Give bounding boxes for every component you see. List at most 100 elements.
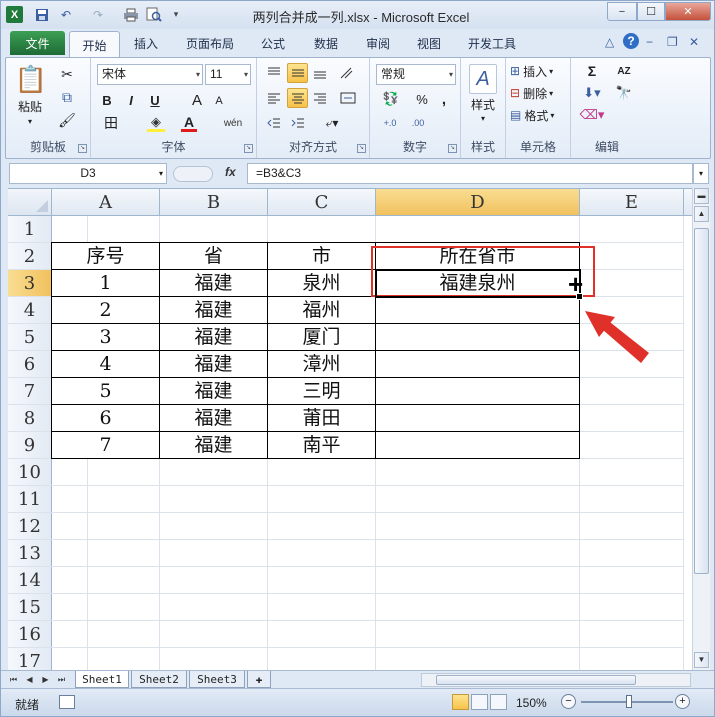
maximize-button[interactable]: ☐ <box>637 2 665 21</box>
paste-icon[interactable]: 📋 <box>14 62 48 96</box>
grid-cell[interactable] <box>160 486 268 513</box>
record-macro-icon[interactable] <box>59 695 75 709</box>
clear-icon[interactable]: ⌫▾ <box>579 106 605 124</box>
excel-app-icon[interactable]: X <box>6 6 23 23</box>
cut-icon[interactable]: ✂ <box>58 66 76 82</box>
tab-formulas[interactable]: 公式 <box>261 35 285 52</box>
grid-cell[interactable] <box>376 621 580 648</box>
grid-cell[interactable] <box>580 567 684 594</box>
grid-cell[interactable] <box>580 432 684 459</box>
zoom-level[interactable]: 150% <box>516 696 547 710</box>
number-launcher-icon[interactable]: ↘ <box>448 144 457 153</box>
align-bottom-icon[interactable] <box>311 64 329 82</box>
grid-cell[interactable] <box>268 216 376 243</box>
grid-cell[interactable] <box>580 648 684 670</box>
doc-restore-icon[interactable]: ❐ <box>667 35 678 49</box>
table-cell[interactable]: 6 <box>51 404 160 432</box>
grid-cell[interactable] <box>376 540 580 567</box>
table-cell[interactable] <box>375 323 580 351</box>
tab-home[interactable]: 开始 <box>69 31 120 58</box>
italic-button[interactable]: I <box>123 91 139 109</box>
scroll-split-icon[interactable]: ▬ <box>694 188 709 204</box>
copy-icon[interactable]: ⧉ <box>58 89 76 105</box>
sheet-tab-sheet1[interactable]: Sheet1 <box>75 671 129 688</box>
fill-icon[interactable]: ⬇▾ <box>579 84 605 102</box>
table-header-cell[interactable]: 序号 <box>51 242 160 270</box>
view-normal-button[interactable] <box>452 694 469 710</box>
grid-cell[interactable] <box>580 594 684 621</box>
grid-cell[interactable] <box>580 324 684 351</box>
table-header-cell[interactable]: 市 <box>267 242 376 270</box>
paste-dropdown-icon[interactable]: ▾ <box>12 115 48 127</box>
font-color-icon[interactable]: A <box>181 114 197 132</box>
grid-cell[interactable] <box>160 459 268 486</box>
merge-center-icon[interactable] <box>337 89 359 107</box>
grid-cell[interactable] <box>268 486 376 513</box>
grow-font-button[interactable]: A <box>189 91 205 109</box>
align-center-icon[interactable] <box>287 88 308 108</box>
table-cell[interactable]: 厦门 <box>267 323 376 351</box>
next-sheet-icon[interactable]: ▶ <box>39 673 52 686</box>
worksheet-grid[interactable]: ABCDE 1 2 3 4 5 6 7 8 9 10 11 12 13 14 15 16 17 序号省市所在省市… <box>8 188 692 670</box>
align-middle-icon[interactable] <box>287 63 308 83</box>
grid-cell[interactable] <box>580 513 684 540</box>
grid-cell[interactable] <box>268 459 376 486</box>
scroll-up-icon[interactable]: ▲ <box>694 206 709 222</box>
increase-decimal-button[interactable]: +.0 <box>378 114 402 132</box>
grid-cell[interactable] <box>8 621 88 648</box>
table-cell[interactable]: 福建 <box>159 377 268 405</box>
grid-cell[interactable] <box>160 216 268 243</box>
horizontal-scrollbar[interactable] <box>421 673 691 687</box>
grid-cell[interactable] <box>580 540 684 567</box>
grid-cell[interactable] <box>376 459 580 486</box>
comma-button[interactable]: , <box>436 90 452 108</box>
bold-button[interactable]: B <box>99 91 115 109</box>
grid-cell[interactable] <box>580 351 684 378</box>
grid-cell[interactable] <box>160 513 268 540</box>
table-cell[interactable]: 4 <box>51 350 160 378</box>
font-launcher-icon[interactable]: ↘ <box>244 144 253 153</box>
column-header-blank[interactable] <box>684 189 692 216</box>
grid-cell[interactable] <box>268 567 376 594</box>
tab-developer[interactable]: 开发工具 <box>468 35 516 52</box>
grid-cell[interactable] <box>8 513 88 540</box>
grid-cell[interactable] <box>268 621 376 648</box>
grid-cell[interactable] <box>376 594 580 621</box>
print-preview-icon[interactable] <box>145 6 163 23</box>
table-cell[interactable]: 福建 <box>159 269 268 297</box>
delete-cells-button[interactable]: ⊟ 删除 ▾ <box>510 84 570 102</box>
tab-file[interactable]: 文件 <box>10 31 65 55</box>
clipboard-launcher-icon[interactable]: ↘ <box>78 144 87 153</box>
column-header-e[interactable]: E <box>580 189 684 216</box>
align-right-icon[interactable] <box>311 89 329 107</box>
table-header-cell[interactable]: 省 <box>159 242 268 270</box>
column-header-c[interactable]: C <box>268 189 376 216</box>
grid-cell[interactable] <box>376 216 580 243</box>
decrease-decimal-button[interactable]: .00 <box>406 114 430 132</box>
vertical-scrollbar[interactable]: ▬ ▲ ▼ <box>692 188 710 670</box>
insert-sheet-icon[interactable]: ✚ <box>247 671 271 688</box>
last-sheet-icon[interactable]: ⏭ <box>55 673 68 686</box>
paste-button[interactable]: 粘贴 <box>12 98 48 114</box>
underline-button[interactable]: U <box>147 91 163 109</box>
grid-cell[interactable] <box>160 621 268 648</box>
percent-button[interactable]: % <box>414 90 430 108</box>
tab-page-layout[interactable]: 页面布局 <box>186 35 234 52</box>
grid-cell[interactable] <box>376 486 580 513</box>
sheet-tab-sheet3[interactable]: Sheet3 <box>189 671 245 688</box>
formula-bar-resize-handle[interactable] <box>173 166 213 182</box>
table-cell[interactable]: 福建 <box>159 323 268 351</box>
grid-cell[interactable] <box>268 594 376 621</box>
grid-cell[interactable] <box>160 594 268 621</box>
table-cell[interactable]: 3 <box>51 323 160 351</box>
grid-cell[interactable] <box>376 567 580 594</box>
grid-cell[interactable] <box>580 405 684 432</box>
grid-cell[interactable] <box>8 459 88 486</box>
font-name-select[interactable]: 宋体 ▾ <box>97 64 203 85</box>
formula-input[interactable]: =B3&C3 <box>247 163 693 184</box>
grid-cell[interactable] <box>580 270 684 297</box>
table-cell[interactable]: 7 <box>51 431 160 459</box>
redo-icon[interactable]: ↷ <box>89 6 107 23</box>
horizontal-scroll-thumb[interactable] <box>436 675 636 685</box>
grid-cell[interactable] <box>580 378 684 405</box>
